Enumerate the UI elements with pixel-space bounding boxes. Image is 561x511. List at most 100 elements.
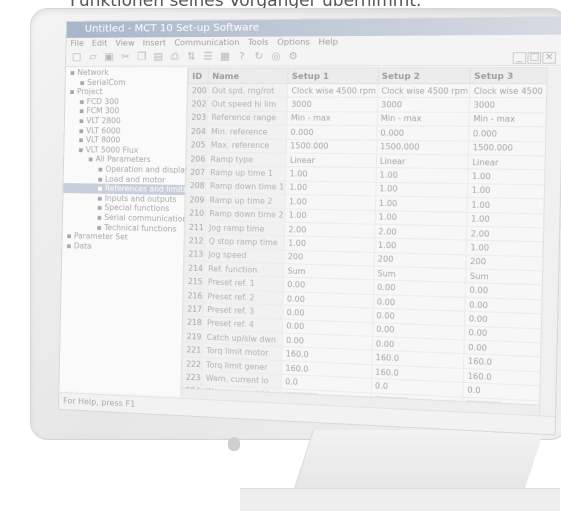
menu-item-options[interactable]: Options: [277, 37, 310, 47]
table-cell[interactable]: 1500.000: [468, 140, 547, 156]
menu-item-view[interactable]: View: [115, 38, 134, 47]
settings-icon[interactable]: ⚙: [286, 49, 300, 66]
tree-node-label: VLT 2800: [86, 116, 121, 126]
paste-icon[interactable]: ▤: [151, 49, 165, 65]
table-cell: 206: [186, 151, 207, 166]
tree-node-label: Project: [76, 87, 103, 97]
table-cell[interactable]: Min - max: [287, 111, 378, 126]
tree-node-label: Network: [77, 67, 109, 77]
table-cell: Out spd. rng/rot: [208, 83, 288, 98]
table-cell: 211: [185, 220, 206, 235]
table-cell: Out speed hi lim: [207, 97, 288, 112]
table-row[interactable]: 200 Out spd. rng/rot Clock wise 4500 rpm Cl…: [188, 83, 547, 99]
menu-item-insert[interactable]: Insert: [143, 38, 167, 47]
save-icon[interactable]: ▣: [102, 50, 115, 66]
open-folder-icon[interactable]: ▱: [86, 50, 99, 66]
print-icon[interactable]: ⎙: [168, 49, 182, 65]
menu-item-communication[interactable]: Communication: [174, 38, 239, 48]
column-header[interactable]: ID: [188, 68, 209, 84]
close-button[interactable]: ×: [542, 51, 557, 64]
table-cell: 221: [182, 342, 203, 358]
tree-node-label: Data: [73, 240, 92, 251]
table-cell[interactable]: Clock wise 4500 rpm: [377, 83, 471, 98]
tree-node[interactable]: ▪ SerialCom: [66, 78, 187, 88]
sort-icon[interactable]: ⇅: [185, 49, 199, 65]
tree-node-label: Inputs and outputs: [104, 193, 177, 204]
table-cell[interactable]: 3000: [377, 97, 470, 113]
list-icon[interactable]: ☰: [201, 49, 215, 65]
table-cell: Reference range: [207, 110, 288, 126]
table-cell: 215: [184, 274, 205, 289]
column-header[interactable]: Setup 3: [470, 67, 547, 84]
table-cell: 218: [183, 315, 204, 330]
help-icon[interactable]: ?: [235, 49, 249, 66]
table-cell: 212: [185, 233, 206, 248]
tree-node-label: Load and motor: [105, 174, 166, 185]
tree-node[interactable]: ▪ Network: [66, 68, 187, 78]
menu-item-tools[interactable]: Tools: [248, 38, 269, 47]
grid-icon[interactable]: ▦: [218, 49, 232, 65]
tree-node-label: VLT 6000: [86, 125, 121, 136]
toolbar: □ ▱ ▣ ✂ ❐ ▤ ⎙ ⇅ ☰ ▦ ? ↻ ◎ ⚙: [66, 47, 561, 67]
table-cell[interactable]: Linear: [286, 152, 377, 168]
table-cell[interactable]: Min - max: [469, 112, 547, 128]
table-cell: 213: [184, 247, 205, 262]
maximize-button[interactable]: □: [527, 52, 542, 64]
app-window: Untitled - MCT 10 Set-up Software File Ed…: [57, 16, 561, 436]
table-cell[interactable]: 1.00: [375, 167, 469, 184]
table-cell: 203: [187, 110, 208, 125]
tree-node[interactable]: ▪ Project: [65, 87, 186, 97]
table-cell[interactable]: 1.00: [285, 166, 376, 182]
minimize-button[interactable]: _: [512, 52, 527, 64]
menu-item-file[interactable]: File: [70, 39, 84, 48]
tree-node[interactable]: ▪ FCD 300: [65, 97, 186, 107]
table-cell[interactable]: Linear: [468, 154, 547, 171]
copy-icon[interactable]: ❐: [135, 50, 149, 66]
column-header[interactable]: Setup 2: [377, 67, 471, 84]
table-cell[interactable]: 0.000: [468, 126, 547, 142]
table-cell: Ramp down time 1: [206, 179, 286, 195]
table-cell[interactable]: 0.000: [286, 125, 377, 140]
window-controls: _ □ ×: [511, 51, 557, 64]
table-cell[interactable]: Clock wise 4500 rpm: [469, 83, 547, 99]
tree-node-label: Operation and display: [105, 164, 190, 175]
table-cell: 223: [182, 370, 203, 385]
table-cell[interactable]: 3000: [287, 97, 378, 112]
table-cell: 219: [182, 329, 204, 344]
project-tree: ▪ Network ▪ SerialCom ▪ Project ▪ FCD 300 ▪ …: [59, 67, 190, 396]
column-header[interactable]: Setup 1: [287, 67, 379, 84]
table-cell: 207: [186, 165, 207, 180]
column-header[interactable]: Name: [208, 68, 289, 84]
table-cell[interactable]: 1500.000: [286, 139, 377, 154]
table-cell[interactable]: 1.00: [375, 181, 468, 198]
tree-node-label: FCM 300: [86, 106, 120, 116]
table-cell[interactable]: Clock wise 4500 rpm: [287, 83, 378, 98]
table-cell[interactable]: 1.00: [467, 169, 547, 185]
cut-icon[interactable]: ✂: [119, 50, 132, 66]
table-cell: Max. reference: [206, 138, 287, 153]
table-cell[interactable]: 1.00: [285, 180, 376, 197]
table-cell: 217: [183, 301, 204, 317]
menu-item-edit[interactable]: Edit: [92, 39, 108, 48]
table-cell[interactable]: 0.000: [376, 125, 470, 141]
new-file-icon[interactable]: □: [70, 50, 83, 66]
tree-node-label: FCD 300: [86, 96, 119, 106]
table-cell: 200: [188, 83, 209, 98]
monitor-base: [240, 488, 560, 511]
table-cell: Min. reference: [207, 124, 288, 140]
refresh-icon[interactable]: ↻: [252, 49, 266, 66]
table-cell[interactable]: 3000: [469, 97, 547, 113]
parameter-grid: ID Name Setup 1 Setup 2 Setup 3 200 Out spd. …: [181, 67, 547, 416]
table-cell: 202: [187, 97, 209, 111]
menu-item-help[interactable]: Help: [318, 37, 338, 46]
table-cell[interactable]: 1500.000: [376, 139, 469, 155]
table-cell: 205: [187, 138, 208, 153]
table-cell: 214: [184, 260, 205, 276]
table-cell[interactable]: Min - max: [376, 111, 470, 127]
table-cell[interactable]: Linear: [375, 153, 469, 170]
tree-node-label: SerialCom: [87, 77, 126, 87]
tree-node-label: Parameter Set: [73, 231, 128, 242]
connect-icon[interactable]: ◎: [269, 49, 283, 66]
table-cell: 216: [183, 288, 205, 303]
tree-node[interactable]: ▪ Data: [62, 241, 183, 254]
